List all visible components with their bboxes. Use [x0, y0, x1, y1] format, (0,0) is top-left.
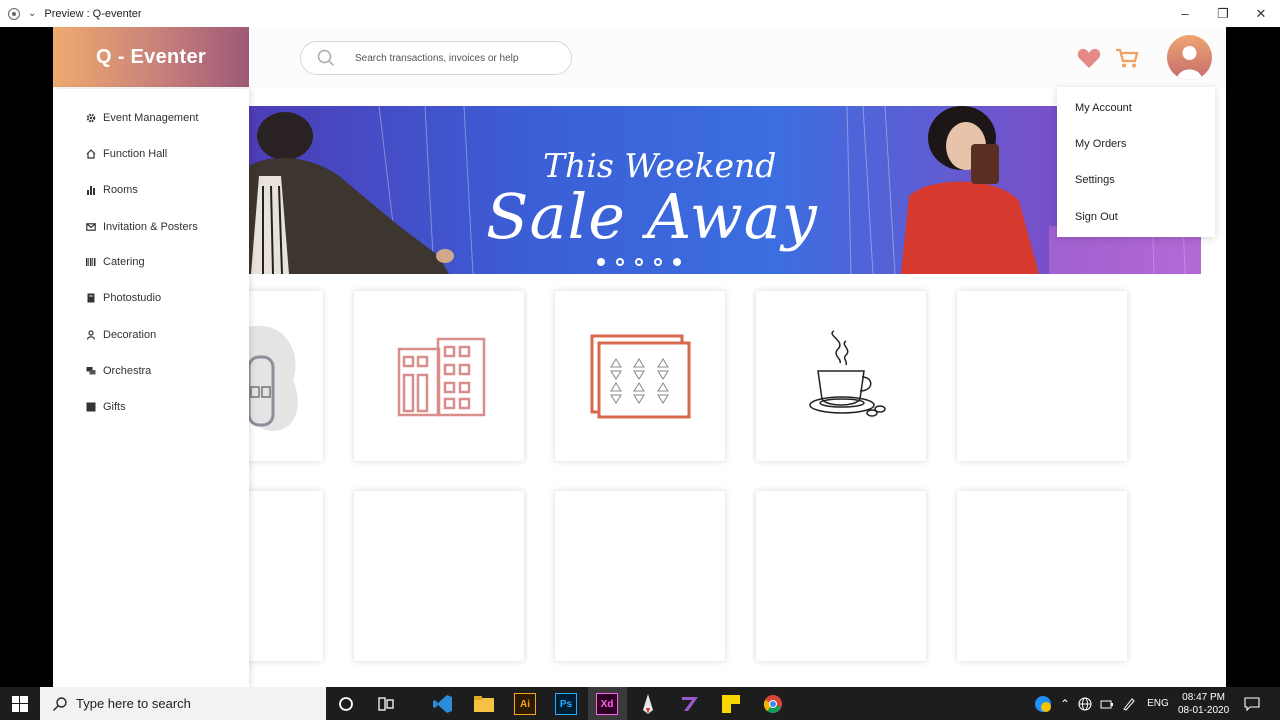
carousel-dots[interactable] [597, 258, 692, 266]
adobe-xd-icon[interactable]: Xd [596, 693, 618, 715]
app-logo[interactable]: Q - Eventer [53, 27, 249, 87]
account-dropdown: My Account My Orders Settings Sign Out [1057, 87, 1215, 237]
clock[interactable]: 08:47 PM 08-01-2020 [1178, 687, 1229, 720]
chrome-icon[interactable] [762, 693, 784, 715]
sticky-notes-icon[interactable] [720, 693, 742, 715]
banner-title: Sale Away [486, 180, 818, 253]
taskbar-search-input[interactable]: Type here to search [40, 687, 326, 720]
menu-item-my-account[interactable]: My Account [1075, 102, 1132, 114]
sidebar-item-event-management[interactable]: Event Management [86, 110, 198, 126]
sidebar-item-decoration[interactable]: Decoration [86, 327, 156, 343]
user-icon [86, 330, 96, 340]
sidebar-item-label: Rooms [103, 184, 138, 196]
carousel-dot[interactable] [673, 258, 681, 266]
category-tile[interactable] [957, 291, 1127, 461]
book-icon [86, 293, 96, 303]
sidebar-item-rooms[interactable]: Rooms [86, 182, 138, 198]
app-record-icon [8, 7, 20, 20]
chevron-up-icon[interactable]: ⌃ [1060, 697, 1070, 711]
category-tile[interactable] [354, 491, 524, 661]
menu-item-settings[interactable]: Settings [1075, 174, 1115, 186]
search-icon [53, 696, 67, 711]
app-window: Q - Eventer Search transactions, invoice… [53, 27, 1226, 687]
windows-start-icon[interactable] [12, 696, 28, 712]
sidebar-item-label: Orchestra [103, 365, 152, 377]
sidebar-item-label: Catering [103, 256, 145, 268]
sidebar-item-catering[interactable]: Catering [86, 254, 145, 270]
category-tile[interactable] [555, 491, 725, 661]
language-indicator[interactable]: ENG [1147, 698, 1169, 709]
search-placeholder: Search transactions, invoices or help [355, 52, 519, 64]
sidebar-item-label: Gifts [103, 401, 126, 413]
taskbar-search-placeholder: Type here to search [76, 696, 191, 711]
window-titlebar: ⌄ Preview : Q-eventer – ❐ ✕ [0, 0, 1280, 27]
category-tile[interactable] [957, 491, 1127, 661]
window-title: Preview : Q-eventer [44, 7, 142, 20]
sidebar-item-gifts[interactable]: Gifts [86, 399, 126, 415]
sidebar: Event Management Function Hall Rooms Inv… [53, 89, 249, 687]
illustrator-icon[interactable]: Ai [514, 693, 536, 715]
cart-icon[interactable] [1115, 47, 1139, 69]
battery-icon[interactable] [1100, 698, 1114, 710]
sidebar-item-photostudio[interactable]: Photostudio [86, 290, 161, 306]
avatar[interactable] [1167, 35, 1212, 80]
search-input[interactable]: Search transactions, invoices or help [300, 41, 572, 75]
gear-icon [86, 113, 96, 123]
globe-icon[interactable] [1078, 696, 1092, 711]
invitation-card-icon [590, 334, 691, 419]
menu-item-my-orders[interactable]: My Orders [1075, 138, 1126, 150]
carousel-dot[interactable] [597, 258, 605, 266]
sidebar-item-label: Event Management [103, 112, 199, 124]
notification-icon[interactable] [1244, 697, 1260, 711]
close-button[interactable]: ✕ [1242, 0, 1280, 27]
task-view-icon[interactable] [378, 696, 394, 712]
heart-icon[interactable] [1077, 47, 1101, 69]
sidebar-item-invitation-posters[interactable]: Invitation & Posters [86, 219, 198, 235]
home-icon [86, 149, 96, 159]
square-icon [86, 402, 96, 412]
carousel-dot[interactable] [635, 258, 643, 266]
female-model-image [901, 106, 1039, 274]
menu-item-sign-out[interactable]: Sign Out [1075, 211, 1118, 223]
carousel-dot[interactable] [616, 258, 624, 266]
photoshop-icon[interactable]: Ps [555, 693, 577, 715]
vscode-icon[interactable] [432, 693, 454, 715]
category-tile[interactable] [756, 291, 926, 461]
coffee-cup-icon [809, 330, 886, 417]
sidebar-item-orchestra[interactable]: Orchestra [86, 363, 151, 379]
user-avatar-icon [1177, 46, 1202, 80]
sidebar-item-label: Invitation & Posters [103, 221, 198, 233]
sidebar-item-label: Photostudio [103, 292, 162, 304]
minimize-button[interactable]: – [1166, 0, 1204, 27]
search-icon [317, 49, 335, 67]
category-tile[interactable] [756, 491, 926, 661]
clock-time: 08:47 PM [1182, 691, 1225, 703]
file-explorer-icon[interactable] [473, 693, 495, 715]
pen-icon[interactable] [1122, 697, 1136, 711]
visual-studio-icon[interactable] [679, 693, 701, 715]
barcode-icon [86, 257, 96, 267]
bar-chart-icon [86, 185, 96, 195]
male-model-image [249, 112, 454, 274]
sidebar-item-function-hall[interactable]: Function Hall [86, 146, 167, 162]
cortana-icon[interactable] [338, 696, 354, 712]
category-tile[interactable] [354, 291, 524, 461]
clock-date: 08-01-2020 [1178, 704, 1230, 716]
rooms-building-icon [397, 337, 486, 417]
mail-icon [86, 222, 96, 232]
chevron-down-icon[interactable]: ⌄ [28, 8, 36, 19]
maximize-button[interactable]: ❐ [1204, 0, 1242, 27]
pencil-app-icon[interactable] [637, 693, 659, 715]
sidebar-item-label: Function Hall [103, 148, 168, 160]
category-tile[interactable] [555, 291, 725, 461]
taskbar: Type here to search Ai Ps Xd ⌃ ENG 08:47… [0, 687, 1280, 720]
carousel-dot[interactable] [654, 258, 662, 266]
sidebar-item-label: Decoration [103, 329, 157, 341]
help-icon[interactable] [1034, 695, 1052, 713]
chat-icon [86, 366, 96, 376]
